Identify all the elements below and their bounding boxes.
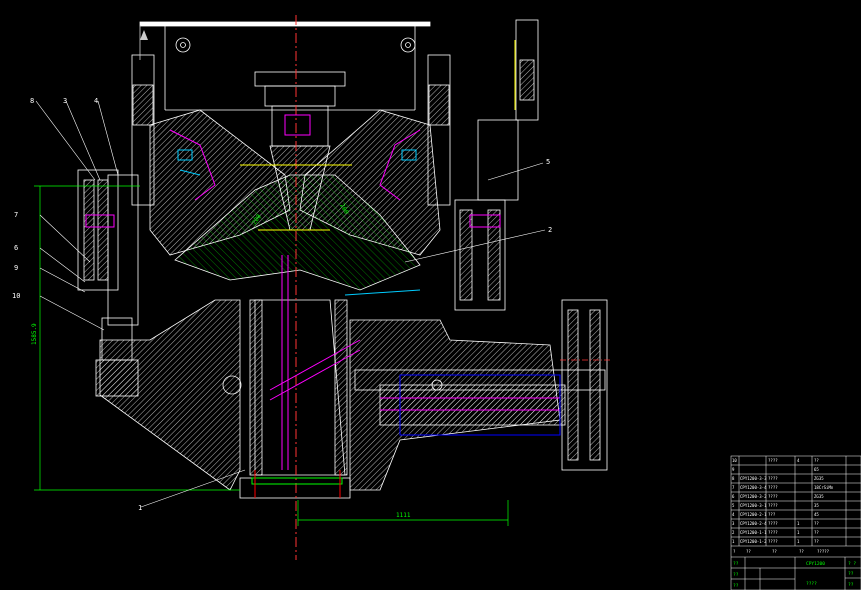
tb-sub-title: ????	[806, 581, 817, 587]
tb-code-2: ??	[733, 572, 739, 578]
tb-row-3-code: CPY1200-2-4	[740, 521, 767, 526]
tb-row-3-mat: ??	[814, 521, 819, 526]
lifting-lug-right	[400, 37, 416, 53]
tb-header-no: 10	[732, 458, 737, 463]
dim-horizontal: 1111	[396, 512, 411, 519]
tb-right-code-1: ? ?	[848, 561, 856, 567]
tb-right-code-3: ??	[848, 582, 854, 588]
tb-row-7-code: CPY1200-3-4	[740, 485, 767, 490]
tb-footer-col-2: ??	[746, 549, 751, 554]
tb-footer-col-3: ??	[772, 549, 777, 554]
tb-row-7-mat: 18CrSiMn	[814, 485, 834, 490]
tb-row-2-code: CPY1200-1-1	[740, 530, 767, 535]
tb-footer-col-4: ??	[799, 549, 804, 554]
tb-row-1-qty: 1	[797, 539, 800, 544]
tb-footer-col-5: ?????	[817, 549, 830, 554]
tb-code-1: ??	[733, 561, 739, 567]
main-shaft	[254, 299, 346, 476]
tb-row-4-mat: 45	[814, 512, 819, 517]
tb-row-8-name: ????	[768, 476, 778, 481]
tb-row-2-name: ????	[768, 530, 778, 535]
tb-row-6-code: CPY1200-3-2	[740, 494, 767, 499]
part-label-5: 5	[546, 158, 550, 166]
part-label-3: 3	[63, 97, 67, 105]
part-label-1: 1	[138, 504, 142, 512]
head-nut	[271, 105, 329, 147]
part-label-10: 10	[12, 292, 20, 300]
tb-row-2-mat: ??	[814, 530, 819, 535]
tb-row-3-qty: 1	[797, 521, 800, 526]
tb-row-6-name: ????	[768, 494, 778, 499]
tb-row-5-no: 5	[732, 503, 735, 508]
tb-code-3: ??	[733, 583, 739, 589]
tb-row-4-no: 4	[732, 512, 735, 517]
cad-drawing-canvas: 1585.9 1111 200 200 8 3 4 7 6 9 10 1 5 2	[12, 15, 861, 590]
tb-drawing-title: CPY1200	[806, 561, 825, 567]
tb-row-1-code: CPY1200-1-2	[740, 539, 767, 544]
tb-header-name: ????	[768, 458, 778, 463]
hopper-top-plate	[139, 21, 431, 27]
part-label-7: 7	[14, 211, 18, 219]
dim-vertical: 1585.9	[31, 323, 38, 345]
tb-row-8-mat: ZG35	[814, 476, 824, 481]
tb-row-5-name: ????	[768, 503, 778, 508]
crusher-assembly	[77, 19, 610, 499]
tb-row-5-code: CPY1200-3-1	[740, 503, 767, 508]
tb-row-8-code: CPY1200-3-3	[740, 476, 767, 481]
tb-row-9-no: 9	[732, 467, 735, 472]
tb-row-1-name: ????	[768, 539, 778, 544]
part-label-2: 2	[548, 226, 552, 234]
part-label-6: 6	[14, 244, 18, 252]
tb-row-3-no: 3	[732, 521, 735, 526]
tb-row-4-code: CPY1200-2-1	[740, 512, 767, 517]
tb-row-4-name: ???	[768, 512, 776, 517]
tb-row-6-mat: ZG35	[814, 494, 824, 499]
tb-row-2-no: 2	[732, 530, 735, 535]
tb-right-code-2: ??	[848, 571, 854, 577]
tb-row-9-mat: 65	[814, 467, 819, 472]
lifting-lug-left	[175, 37, 191, 53]
part-label-9: 9	[14, 264, 18, 272]
tb-header-mat: ??	[814, 458, 819, 463]
part-label-8: 8	[30, 97, 34, 105]
tb-footer-col-1: ?	[733, 549, 736, 554]
part-label-4: 4	[94, 97, 98, 105]
tb-row-8-no: 8	[732, 476, 735, 481]
tb-row-2-qty: 1	[797, 530, 800, 535]
tb-row-1-no: 1	[732, 539, 735, 544]
feed-plate	[254, 71, 346, 87]
bottom-plate	[239, 477, 351, 499]
tb-row-6-no: 6	[732, 494, 735, 499]
tb-header-qty: 4	[797, 458, 800, 463]
tb-row-7-no: 7	[732, 485, 735, 490]
tb-row-1-mat: ??	[814, 539, 819, 544]
tb-row-5-mat: 35	[814, 503, 819, 508]
tb-row-7-name: ????	[768, 485, 778, 490]
tb-row-3-name: ????	[768, 521, 778, 526]
